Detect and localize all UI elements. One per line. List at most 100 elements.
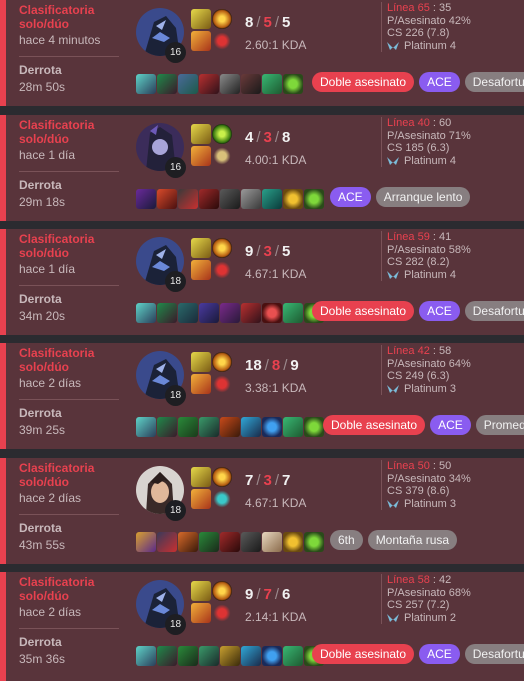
item-icon[interactable]	[283, 646, 303, 666]
item-icon[interactable]	[157, 189, 177, 209]
flash-spell-icon[interactable]	[191, 9, 211, 29]
item-icon[interactable]	[178, 189, 198, 209]
item-icon[interactable]	[262, 303, 282, 323]
kills: 18	[245, 357, 262, 374]
keystone-rune-icon[interactable]	[212, 124, 232, 144]
kill-participation: P/Asesinato 71%	[387, 129, 471, 142]
item-icon[interactable]	[136, 646, 156, 666]
item-icon[interactable]	[178, 417, 198, 437]
secondary-rune-icon[interactable]	[212, 31, 232, 51]
item-icon[interactable]	[199, 189, 219, 209]
flash-spell-icon[interactable]	[191, 124, 211, 144]
item-icon[interactable]	[157, 303, 177, 323]
kill-participation: P/Asesinato 64%	[387, 357, 471, 370]
item-icon[interactable]	[283, 74, 303, 94]
item-icon[interactable]	[199, 74, 219, 94]
item-icon[interactable]	[220, 303, 240, 323]
item-icon[interactable]	[157, 532, 177, 552]
item-icon[interactable]	[283, 303, 303, 323]
item-icon[interactable]	[136, 189, 156, 209]
item-icon[interactable]	[178, 303, 198, 323]
match-card[interactable]: Clasificatoria solo/dúo hace 4 minutos D…	[0, 0, 524, 106]
item-icon[interactable]	[220, 417, 240, 437]
ignite-spell-icon[interactable]	[191, 260, 211, 280]
ignite-spell-icon[interactable]	[191, 489, 211, 509]
item-icon[interactable]	[262, 189, 282, 209]
match-card[interactable]: Clasificatoria solo/dúo hace 1 día Derro…	[0, 229, 524, 335]
item-icon[interactable]	[199, 417, 219, 437]
item-icon[interactable]	[241, 532, 261, 552]
item-icon[interactable]	[178, 74, 198, 94]
assists: 9	[290, 357, 299, 374]
keystone-rune-icon[interactable]	[212, 581, 232, 601]
item-icon[interactable]	[136, 532, 156, 552]
item-row	[136, 532, 324, 552]
item-row	[136, 189, 324, 209]
item-icon[interactable]	[304, 532, 324, 552]
item-icon[interactable]	[283, 417, 303, 437]
item-icon[interactable]	[220, 532, 240, 552]
badges: ACE Arranque lento	[330, 187, 471, 207]
flash-spell-icon[interactable]	[191, 238, 211, 258]
match-result: Derrota	[19, 292, 62, 306]
item-icon[interactable]	[304, 189, 324, 209]
item-icon[interactable]	[262, 417, 282, 437]
keystone-rune-icon[interactable]	[212, 9, 232, 29]
line-value: 35	[439, 2, 452, 14]
secondary-rune-icon[interactable]	[212, 260, 232, 280]
deaths: 3	[263, 472, 272, 489]
item-icon[interactable]	[157, 74, 177, 94]
match-card[interactable]: Clasificatoria solo/dúo hace 2 días Derr…	[0, 572, 524, 681]
secondary-rune-icon[interactable]	[212, 489, 232, 509]
flash-spell-icon[interactable]	[191, 352, 211, 372]
item-icon[interactable]	[178, 646, 198, 666]
item-icon[interactable]	[157, 646, 177, 666]
item-icon[interactable]	[220, 646, 240, 666]
item-icon[interactable]	[199, 303, 219, 323]
line-value: 41	[439, 231, 452, 243]
kda-ratio: 3.38:1 KDA	[245, 381, 307, 395]
item-icon[interactable]	[157, 417, 177, 437]
kill-participation: P/Asesinato 58%	[387, 243, 471, 256]
secondary-rune-icon[interactable]	[212, 603, 232, 623]
item-icon[interactable]	[136, 74, 156, 94]
ignite-spell-icon[interactable]	[191, 146, 211, 166]
keystone-rune-icon[interactable]	[212, 238, 232, 258]
item-icon[interactable]	[241, 646, 261, 666]
item-icon[interactable]	[136, 417, 156, 437]
item-icon[interactable]	[220, 74, 240, 94]
kda-score: 18/8/9	[245, 357, 299, 374]
item-icon[interactable]	[241, 417, 261, 437]
match-card[interactable]: Clasificatoria solo/dúo hace 2 días Derr…	[0, 458, 524, 564]
ignite-spell-icon[interactable]	[191, 31, 211, 51]
creep-score: CS 379 (8.6)	[387, 485, 450, 497]
item-icon[interactable]	[199, 646, 219, 666]
item-icon[interactable]	[262, 646, 282, 666]
item-icon[interactable]	[283, 189, 303, 209]
match-card[interactable]: Clasificatoria solo/dúo hace 1 día Derro…	[0, 115, 524, 221]
item-icon[interactable]	[220, 189, 240, 209]
item-icon[interactable]	[304, 417, 324, 437]
keystone-rune-icon[interactable]	[212, 352, 232, 372]
secondary-rune-icon[interactable]	[212, 374, 232, 394]
secondary-rune-icon[interactable]	[212, 146, 232, 166]
match-result: Derrota	[19, 406, 62, 420]
item-icon[interactable]	[199, 532, 219, 552]
kda-score: 8/5/5	[245, 14, 291, 31]
keystone-rune-icon[interactable]	[212, 467, 232, 487]
time-ago: hace 4 minutos	[19, 33, 101, 47]
item-icon[interactable]	[136, 303, 156, 323]
item-icon[interactable]	[262, 74, 282, 94]
item-icon[interactable]	[241, 303, 261, 323]
ignite-spell-icon[interactable]	[191, 374, 211, 394]
item-icon[interactable]	[241, 189, 261, 209]
flash-spell-icon[interactable]	[191, 467, 211, 487]
match-card[interactable]: Clasificatoria solo/dúo hace 2 días Derr…	[0, 343, 524, 449]
divider	[19, 285, 119, 286]
flash-spell-icon[interactable]	[191, 581, 211, 601]
item-icon[interactable]	[241, 74, 261, 94]
ignite-spell-icon[interactable]	[191, 603, 211, 623]
item-icon[interactable]	[178, 532, 198, 552]
item-icon[interactable]	[283, 532, 303, 552]
item-icon[interactable]	[262, 532, 282, 552]
